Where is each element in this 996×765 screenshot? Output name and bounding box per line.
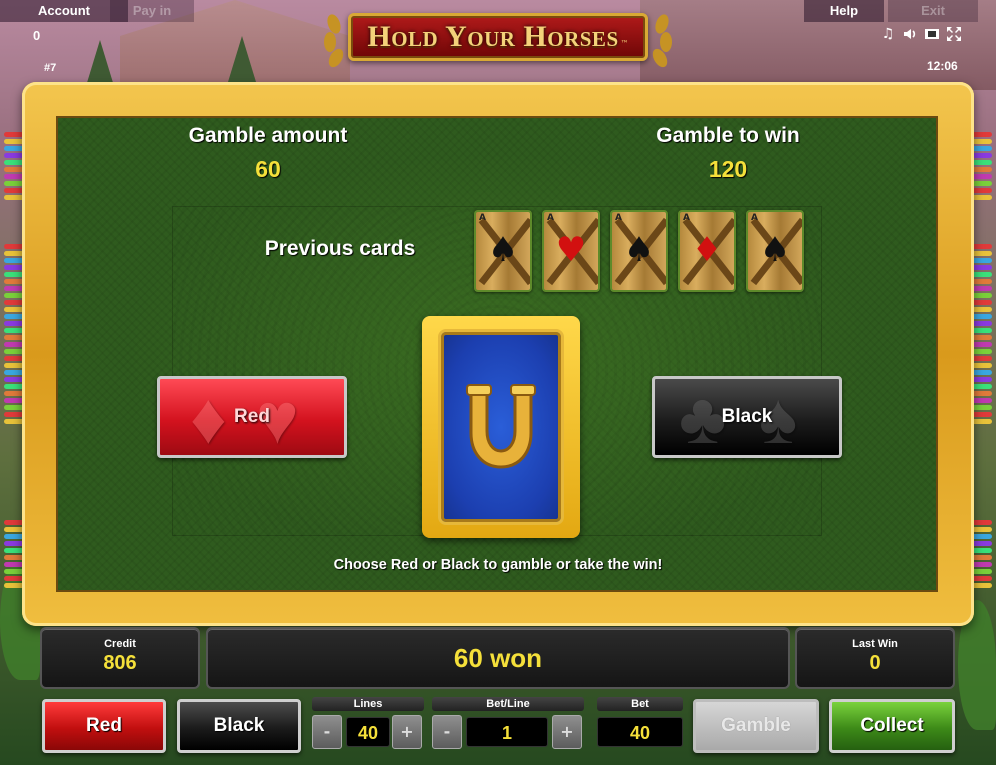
red-button[interactable]: Red bbox=[42, 699, 166, 753]
bet-value: 40 bbox=[597, 717, 683, 747]
heart-icon: ♥ bbox=[555, 230, 587, 270]
pay-in-tab[interactable]: Pay in bbox=[110, 0, 194, 22]
gamble-amount-value: 60 bbox=[255, 156, 281, 182]
card-rank: A bbox=[547, 213, 554, 223]
card-rank: A bbox=[751, 213, 758, 223]
background-tree bbox=[228, 36, 256, 82]
card-rank: A bbox=[683, 213, 690, 223]
gamble-button[interactable]: Gamble bbox=[693, 699, 819, 753]
black-button[interactable]: Black bbox=[177, 699, 301, 753]
background-tree bbox=[86, 40, 114, 86]
gamble-amount-label: Gamble amount bbox=[188, 124, 348, 147]
card-rank: A bbox=[479, 213, 486, 223]
message-panel: 60 won bbox=[206, 627, 790, 689]
gamble-to-win-label: Gamble to win bbox=[656, 124, 800, 147]
spade-icon: ♠ bbox=[759, 230, 791, 270]
last-win-panel: Last Win 0 bbox=[795, 627, 955, 689]
previous-cards-label: Previous cards bbox=[264, 237, 416, 260]
bet-per-line-label: Bet/Line bbox=[432, 697, 584, 711]
gamble-red-button[interactable]: ♦ ♥ Red bbox=[157, 376, 347, 458]
win-message: 60 won bbox=[453, 643, 543, 673]
account-tab[interactable]: Account bbox=[0, 0, 128, 22]
logo-plate: Hold Your Horses ™ bbox=[348, 13, 648, 61]
help-tab[interactable]: Help bbox=[804, 0, 884, 22]
diamond-icon: ♦ bbox=[691, 230, 723, 270]
game-logo: Hold Your Horses ™ bbox=[320, 4, 676, 70]
gamble-black-button[interactable]: ♣ ♠ Black bbox=[652, 376, 842, 458]
last-win-label: Last Win bbox=[852, 638, 898, 650]
previous-card: A ♦ bbox=[678, 210, 736, 292]
fullscreen-icon[interactable] bbox=[946, 26, 962, 42]
gamble-hint-text: Choose Red or Black to gamble or take th… bbox=[333, 557, 663, 573]
diamond-icon: ♦ bbox=[190, 379, 227, 458]
logo-title: Hold Your Horses bbox=[367, 20, 619, 53]
lines-increase-button[interactable]: + bbox=[392, 715, 422, 749]
game-id: #7 bbox=[44, 62, 57, 74]
credit-panel: Credit 806 bbox=[40, 627, 200, 689]
last-win-value: 0 bbox=[869, 652, 881, 674]
lines-value: 40 bbox=[346, 717, 390, 747]
club-icon: ♣ bbox=[679, 379, 727, 458]
top-credit-value: 0 bbox=[33, 28, 41, 43]
bet-per-line-value: 1 bbox=[466, 717, 548, 747]
view-icon[interactable] bbox=[924, 26, 940, 42]
bet-label: Bet bbox=[597, 697, 683, 711]
collect-button[interactable]: Collect bbox=[829, 699, 955, 753]
bet-per-line-decrease-button[interactable]: - bbox=[432, 715, 462, 749]
previous-card: A ♠ bbox=[746, 210, 804, 292]
horseshoe-icon bbox=[466, 384, 536, 469]
credit-label: Credit bbox=[104, 638, 136, 650]
bet-per-line-increase-button[interactable]: + bbox=[552, 715, 582, 749]
clock: 12:06 bbox=[927, 59, 958, 73]
gamble-card-back bbox=[422, 316, 580, 538]
lines-label: Lines bbox=[312, 697, 424, 711]
previous-card: A ♠ bbox=[474, 210, 532, 292]
card-back-face bbox=[438, 329, 564, 525]
trademark-mark: ™ bbox=[620, 39, 629, 48]
previous-card: A ♠ bbox=[610, 210, 668, 292]
spade-icon: ♠ bbox=[623, 230, 655, 270]
card-rank: A bbox=[615, 213, 622, 223]
lines-decrease-button[interactable]: - bbox=[312, 715, 342, 749]
gamble-black-label: Black bbox=[721, 406, 773, 427]
system-icons: ♫ bbox=[880, 26, 962, 42]
spade-icon: ♠ bbox=[487, 230, 519, 270]
previous-card: A ♥ bbox=[542, 210, 600, 292]
previous-cards: A ♠ A ♥ A ♠ A ♦ A ♠ bbox=[474, 210, 804, 292]
music-icon[interactable]: ♫ bbox=[880, 26, 896, 42]
gamble-red-label: Red bbox=[234, 406, 270, 427]
credit-value: 806 bbox=[103, 652, 137, 674]
gamble-to-win-value: 120 bbox=[708, 156, 748, 182]
exit-tab[interactable]: Exit bbox=[888, 0, 978, 22]
speaker-icon[interactable] bbox=[902, 26, 918, 42]
